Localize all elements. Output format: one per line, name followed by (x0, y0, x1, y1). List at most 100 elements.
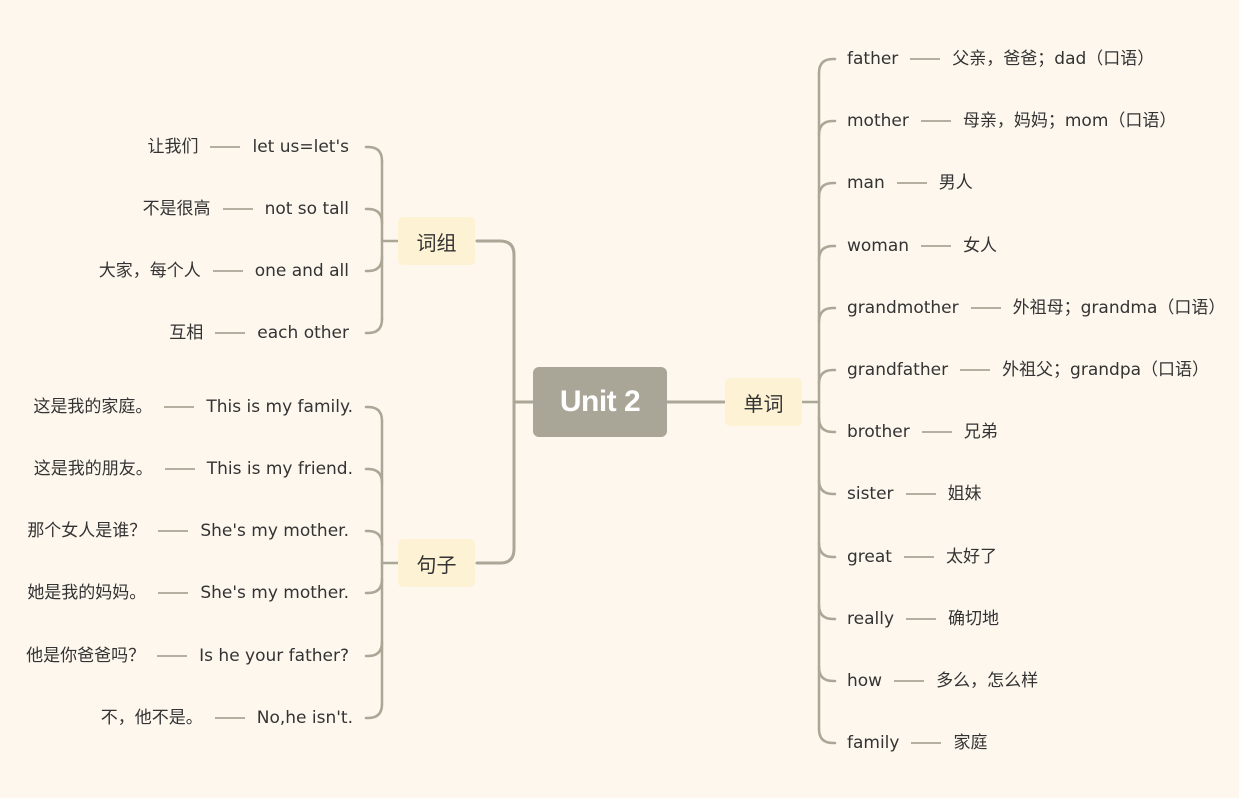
sentence-en: This is my family. (206, 397, 353, 417)
word-zh: 姐妹 (947, 484, 982, 504)
phrase-zh: 让我们 (147, 137, 199, 157)
dash-divider (921, 245, 952, 247)
word-en: grandfather (847, 360, 949, 380)
words-connector (817, 478, 837, 496)
word-item[interactable]: how 多么，怎么样 (847, 670, 1038, 692)
dash-divider (215, 332, 246, 334)
sentences-connector (364, 702, 384, 720)
root-label: Unit 2 (559, 385, 641, 418)
word-en: father (847, 49, 899, 69)
words-connector (817, 181, 837, 199)
word-zh: 母亲，妈妈；mom（口语） (962, 111, 1177, 131)
phrase-item[interactable]: 让我们 let us=let's (147, 136, 349, 158)
words-connector (817, 416, 837, 434)
word-item[interactable]: brother 兄弟 (847, 421, 998, 443)
phrase-zh: 不是很高 (142, 199, 211, 219)
dash-divider (910, 58, 941, 60)
sentence-item[interactable]: 她是我的妈妈。 She's my mother. (27, 582, 349, 604)
branch-sentences-label: 句子 (416, 552, 457, 577)
words-connector (817, 244, 837, 262)
phrases-connector (364, 255, 384, 273)
word-zh: 多么，怎么样 (936, 671, 1039, 691)
phrase-en: not so tall (264, 199, 349, 219)
phrase-item[interactable]: 大家，每个人 one and all (99, 260, 349, 282)
word-zh: 家庭 (953, 733, 988, 753)
sentence-zh: 她是我的妈妈。 (27, 583, 147, 603)
sentences-connector (364, 467, 384, 485)
sentence-item[interactable]: 不，他不是。 No,he isn't. (101, 707, 353, 729)
sentence-item[interactable]: 他是你爸爸吗？ Is he your father? (26, 645, 349, 667)
word-zh: 男人 (938, 173, 973, 193)
word-en: great (847, 547, 892, 567)
word-en: grandmother (847, 298, 959, 318)
phrase-item[interactable]: 不是很高 not so tall (143, 198, 349, 220)
dash-divider (214, 717, 245, 719)
phrase-en: one and all (254, 261, 349, 281)
word-item[interactable]: family 家庭 (847, 732, 987, 754)
dash-divider (921, 431, 952, 433)
phrase-zh: 互相 (169, 323, 204, 343)
branch-phrases-label: 词组 (416, 230, 457, 255)
branch-phrases[interactable]: 词组 (398, 217, 475, 265)
sentence-en: No,he isn't. (256, 708, 353, 728)
word-item[interactable]: mother 母亲，妈妈；mom（口语） (847, 110, 1176, 132)
word-item[interactable]: grandfather 外祖父；grandpa（口语） (847, 359, 1209, 381)
sentences-connector (364, 529, 384, 547)
dash-divider (906, 618, 936, 620)
words-connector (817, 541, 837, 559)
word-en: family (847, 733, 900, 753)
word-en: sister (847, 484, 894, 504)
phrase-zh: 大家，每个人 (98, 261, 201, 281)
phrase-item[interactable]: 互相 each other (169, 322, 349, 344)
word-en: woman (847, 236, 910, 256)
dash-divider (212, 270, 243, 272)
word-item[interactable]: woman 女人 (847, 235, 997, 257)
word-zh: 外祖父；grandpa（口语） (1002, 360, 1210, 380)
sentence-en: She's my mother. (200, 583, 349, 603)
sentence-zh: 这是我的家庭。 (33, 397, 153, 417)
word-item[interactable]: great 太好了 (847, 546, 997, 568)
sentence-zh: 那个女人是谁？ (27, 521, 147, 541)
dash-divider (158, 592, 189, 594)
dash-divider (905, 493, 936, 495)
phrases-connector (364, 317, 384, 335)
words-connector (817, 306, 837, 324)
word-item[interactable]: man 男人 (847, 172, 973, 194)
sentence-item[interactable]: 那个女人是谁？ She's my mother. (27, 520, 349, 542)
branch-words[interactable]: 单词 (725, 378, 802, 426)
sentences-connector (364, 577, 384, 595)
word-en: really (847, 609, 894, 629)
dash-divider (903, 556, 934, 558)
dash-divider (920, 120, 951, 122)
branch-sentences[interactable]: 句子 (398, 539, 475, 587)
sentence-en: She's my mother. (200, 521, 349, 541)
phrases-connector (364, 207, 384, 225)
words-connector (817, 665, 837, 683)
word-zh: 女人 (963, 236, 998, 256)
dash-divider (222, 208, 253, 210)
word-en: man (847, 173, 885, 193)
dash-divider (896, 182, 927, 184)
word-item[interactable]: sister 姐妹 (847, 483, 982, 505)
word-en: brother (847, 422, 910, 442)
words-connector (817, 368, 837, 386)
word-item[interactable]: really 确切地 (847, 608, 999, 630)
phrases-connector (364, 145, 384, 163)
word-item[interactable]: grandmother 外祖母；grandma（口语） (847, 297, 1225, 319)
sentence-item[interactable]: 这是我的家庭。 This is my family. (33, 396, 353, 418)
dash-divider (911, 742, 942, 744)
dash-divider (158, 530, 189, 532)
word-zh: 确切地 (948, 609, 999, 629)
word-zh: 太好了 (945, 547, 997, 567)
sentence-item[interactable]: 这是我的朋友。 This is my friend. (34, 458, 353, 480)
word-item[interactable]: father 父亲，爸爸；dad（口语） (847, 48, 1154, 70)
root-node[interactable]: Unit 2 (533, 367, 667, 437)
sentences-connector (364, 405, 384, 423)
dash-divider (960, 369, 991, 371)
sentences-connector (364, 640, 384, 658)
word-en: how (847, 671, 883, 691)
sentence-zh: 这是我的朋友。 (33, 459, 153, 479)
words-connector (817, 727, 837, 745)
dash-divider (210, 146, 241, 148)
dash-divider (894, 680, 925, 682)
